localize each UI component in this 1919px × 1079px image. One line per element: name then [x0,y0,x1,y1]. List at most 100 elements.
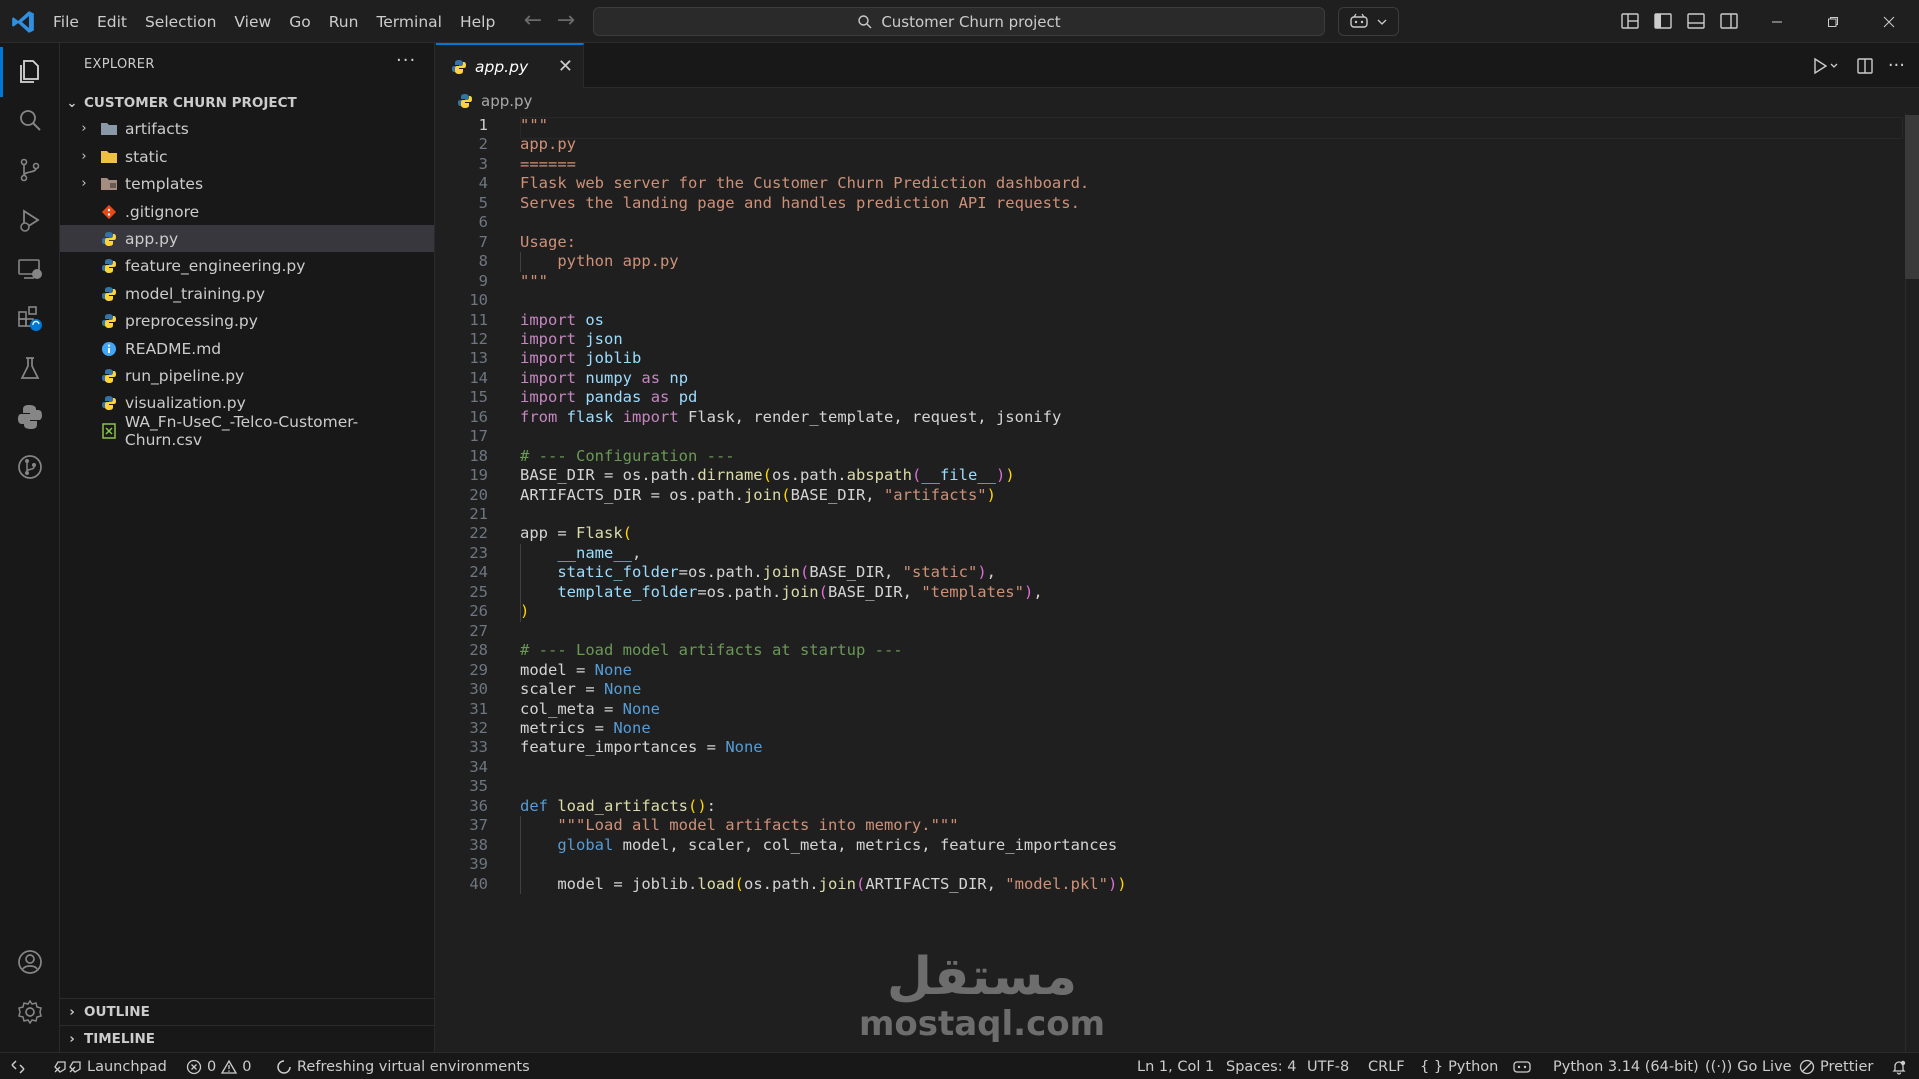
cursor-position[interactable]: Ln 1, Col 1 [1137,1053,1214,1079]
menu-go[interactable]: Go [280,13,320,31]
vertical-scrollbar[interactable] [1905,113,1919,1052]
tree-item-feature-engineering[interactable]: feature_engineering.py [60,252,434,279]
command-center-search[interactable]: Customer Churn project [593,7,1325,36]
code-line[interactable]: 11 import os [436,311,1896,330]
code-line[interactable]: 10 [436,291,1896,310]
code-line[interactable]: 20 ARTIFACTS_DIR = os.path.join(BASE_DIR,… [436,486,1896,505]
code-line[interactable]: 35 [436,777,1896,796]
more-actions-icon[interactable]: ··· [396,50,416,71]
menu-selection[interactable]: Selection [136,13,225,31]
code-line[interactable]: 12 import json [436,330,1896,349]
code-line[interactable]: 16 from flask import Flask, render_templa… [436,408,1896,427]
remote-explorer-icon[interactable] [14,253,46,285]
code-line[interactable]: 5 Serves the landing page and handles pre… [436,194,1896,213]
project-folder-header[interactable]: ⌄ CUSTOMER CHURN PROJECT [60,91,435,115]
tree-item-templates[interactable]: › templates [60,170,434,197]
explorer-icon[interactable] [14,55,46,87]
split-editor-icon[interactable] [1856,57,1874,75]
back-arrow-icon[interactable]: ← [520,8,546,34]
code-line[interactable]: 19 BASE_DIR = os.path.dirname(os.path.abs… [436,466,1896,485]
more-actions-icon[interactable]: ··· [1888,55,1905,76]
code-line[interactable]: 26) [436,602,1896,621]
menu-view[interactable]: View [225,13,280,31]
search-icon[interactable] [14,104,46,136]
eol-selector[interactable]: CRLF [1368,1053,1405,1079]
code-line[interactable]: 39 [436,855,1896,874]
code-line[interactable]: 32 metrics = None [436,719,1896,738]
tree-item-run-pipeline[interactable]: run_pipeline.py [60,362,434,389]
remote-indicator[interactable] [10,1053,26,1079]
code-line[interactable]: 7 Usage: [436,233,1896,252]
language-mode-selector[interactable]: { } Python [1420,1053,1498,1079]
minimize-button[interactable] [1754,0,1800,43]
code-line[interactable]: 27 [436,622,1896,641]
close-tab-icon[interactable]: ✕ [558,56,573,77]
account-icon[interactable] [14,946,46,978]
python-interpreter-selector[interactable]: Python 3.14 (64-bit) [1553,1053,1699,1079]
tree-item-csv[interactable]: WA_Fn-UseC_-Telco-Customer-Churn.csv [60,413,434,449]
code-line[interactable]: 37 """Load all model artifacts into memo… [436,816,1896,835]
code-line[interactable]: 29 model = None [436,661,1896,680]
code-line[interactable]: 34 [436,758,1896,777]
code-line[interactable]: 22 app = Flask( [436,524,1896,543]
tree-item-app-py[interactable]: app.py [60,225,434,252]
problems-indicator[interactable]: 0 0 [186,1053,251,1079]
code-line[interactable]: 30 scaler = None [436,680,1896,699]
tree-item-gitignore[interactable]: .gitignore [60,198,434,225]
notifications-button[interactable] [1891,1053,1907,1079]
code-line[interactable]: 6 [436,213,1896,232]
breadcrumb[interactable]: app.py [436,89,1919,113]
code-line[interactable]: 17 [436,427,1896,446]
close-window-button[interactable] [1866,0,1912,43]
go-live-button[interactable]: ((·)) Go Live [1705,1053,1792,1079]
tree-item-artifacts[interactable]: › artifacts [60,115,434,142]
python-icon[interactable] [14,401,46,433]
code-line[interactable]: 33 feature_importances = None [436,738,1896,757]
copilot-chat-button[interactable] [1338,7,1399,36]
forward-arrow-icon[interactable]: → [553,8,579,34]
code-line[interactable]: 21 [436,505,1896,524]
code-line[interactable]: 40 model = joblib.load(os.path.join(ARTI… [436,875,1896,894]
code-line[interactable]: 4 Flask web server for the Customer Churn… [436,174,1896,193]
encoding-selector[interactable]: UTF-8 [1307,1053,1349,1079]
code-editor[interactable]: 1 """ 2 app.py 3 ====== 4 Flask web server for … [436,113,1919,1052]
run-python-file-icon[interactable] [1812,57,1842,75]
code-line[interactable]: 24 static_folder=os.path.join(BASE_DIR, … [436,563,1896,582]
restore-button[interactable] [1810,0,1856,43]
code-line[interactable]: 25 template_folder=os.path.join(BASE_DIR… [436,583,1896,602]
menu-run[interactable]: Run [320,13,368,31]
task-status[interactable]: Refreshing virtual environments [276,1053,530,1079]
code-line[interactable]: 28 # --- Load model artifacts at startup … [436,641,1896,660]
timeline-section[interactable]: › TIMELINE [60,1025,435,1052]
customize-layout-icon[interactable] [1619,10,1641,32]
tab-app-py[interactable]: app.py ✕ [436,43,584,88]
menu-edit[interactable]: Edit [88,13,136,31]
tree-item-preprocessing[interactable]: preprocessing.py [60,307,434,334]
menu-help[interactable]: Help [451,13,504,31]
code-line[interactable]: 3 ====== [436,155,1896,174]
menu-terminal[interactable]: Terminal [367,13,451,31]
code-line[interactable]: 13 import joblib [436,349,1896,368]
tree-item-static[interactable]: › static [60,143,434,170]
code-line[interactable]: 9 """ [436,272,1896,291]
code-line[interactable]: 2 app.py [436,135,1896,154]
code-line[interactable]: 1 """ [436,116,1896,135]
tree-item-readme[interactable]: README.md [60,335,434,362]
code-line[interactable]: 18 # --- Configuration --- [436,447,1896,466]
launchpad-button[interactable]: Launchpad [52,1053,167,1079]
code-line[interactable]: 31 col_meta = None [436,700,1896,719]
code-line[interactable]: 36 def load_artifacts(): [436,797,1896,816]
code-line[interactable]: 38 global model, scaler, col_meta, metri… [436,836,1896,855]
copilot-status[interactable] [1512,1053,1532,1079]
scrollbar-thumb[interactable] [1905,115,1919,279]
menu-file[interactable]: File [44,13,88,31]
code-line[interactable]: 14 import numpy as np [436,369,1896,388]
code-line[interactable]: 15 import pandas as pd [436,388,1896,407]
toggle-secondary-sidebar-icon[interactable] [1718,10,1740,32]
code-line[interactable]: 23 __name__, [436,544,1896,563]
settings-gear-icon[interactable] [14,996,46,1028]
outline-section[interactable]: › OUTLINE [60,998,435,1025]
git-graph-icon[interactable] [14,451,46,483]
toggle-primary-sidebar-icon[interactable] [1652,10,1674,32]
run-debug-icon[interactable] [14,204,46,236]
